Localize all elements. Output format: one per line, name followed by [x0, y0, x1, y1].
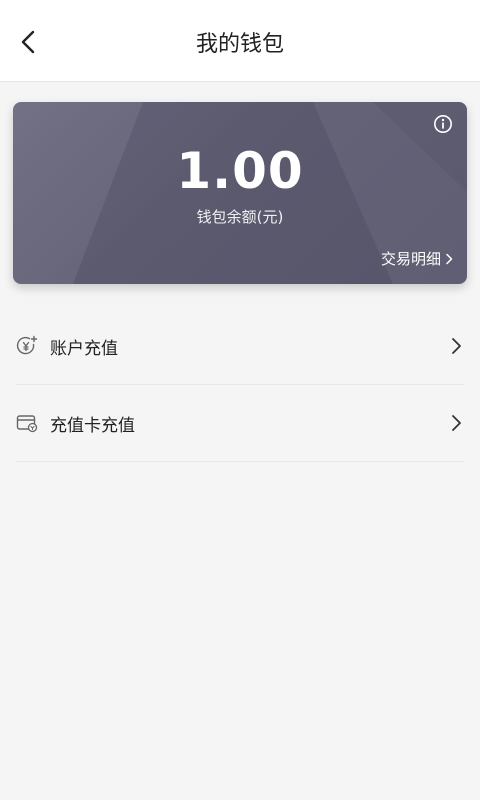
menu-item-card-recharge[interactable]: 充值卡充值	[16, 385, 464, 462]
wallet-card: 1.00 钱包余额(元) 交易明细	[13, 102, 467, 284]
top-bar: 我的钱包	[0, 0, 480, 82]
info-icon	[434, 115, 452, 133]
menu-item-account-recharge[interactable]: 账户充值	[16, 308, 464, 385]
balance-label: 钱包余额(元)	[196, 208, 284, 226]
chevron-right-icon	[446, 253, 453, 264]
info-button[interactable]	[433, 114, 453, 134]
card-icon	[16, 415, 38, 433]
transactions-link-label: 交易明细	[380, 250, 441, 268]
menu-item-label: 账户充值	[50, 338, 118, 359]
menu-item-label: 充值卡充值	[50, 415, 135, 436]
balance-amount: 1.00	[176, 142, 304, 200]
yuan-plus-icon	[16, 335, 38, 355]
chevron-right-icon	[452, 338, 461, 354]
chevron-right-icon	[452, 415, 461, 431]
transactions-link[interactable]: 交易明细	[381, 248, 453, 269]
page-title: 我的钱包	[195, 32, 284, 57]
